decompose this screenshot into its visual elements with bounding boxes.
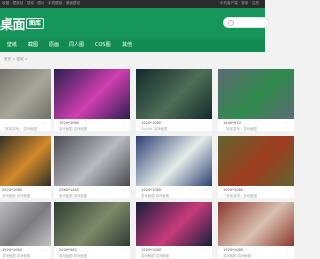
card-meta: 游戏截图 游戏截图 (141, 194, 170, 198)
resolution-label: 2000*562 (59, 248, 77, 252)
card-meta: Sunset 游戏截图 (141, 127, 168, 131)
search-input[interactable] (223, 17, 269, 28)
card-meta: 游戏截图 游戏截图 (59, 127, 88, 131)
wallpaper-thumbnail[interactable] (136, 69, 212, 119)
wallpaper-thumbnail[interactable] (0, 202, 51, 246)
search-icon[interactable] (228, 20, 234, 26)
breadcrumb: 首页 > 壁纸 > (4, 57, 28, 61)
wallpaper-thumbnail[interactable] (136, 136, 212, 186)
favorite-icon[interactable]: ♡ (285, 121, 289, 126)
favorite-icon[interactable]: ♡ (42, 121, 46, 126)
card-meta: 游戏截图 游戏截图 (223, 254, 252, 258)
card-meta: 「某某游戏」游戏截图 (223, 127, 257, 131)
nav-item-fanart[interactable]: 同人图 (69, 41, 84, 48)
resolution-label: 1920*1080 (2, 188, 23, 192)
wallpaper-card[interactable]: 1920*1080 游戏截图 游戏截图 ♡ (0, 202, 51, 259)
favorite-icon[interactable]: ♡ (203, 248, 207, 253)
card-meta: 游戏截图 游戏截图 (59, 194, 88, 198)
wallpaper-thumbnail[interactable] (54, 69, 130, 119)
card-meta: 游戏截图 游戏截图 (141, 254, 170, 258)
resolution-label: 1440*810 (223, 121, 241, 125)
nav-item-cosplay[interactable]: COS图 (95, 41, 111, 48)
wallpaper-thumbnail[interactable] (54, 136, 130, 186)
wallpaper-thumbnail[interactable] (0, 69, 51, 119)
card-meta: 游戏截图 游戏截图 (2, 194, 31, 198)
favorite-icon[interactable]: ♡ (203, 188, 207, 193)
resolution-label: 2560*1440 (59, 188, 80, 192)
top-links-left[interactable]: 收藏 · 壁纸站 · 搜索 · 图片 · 手机壁纸 · 桌面壁纸 (2, 1, 80, 6)
wallpaper-card[interactable]: 1920*1080 游戏截图 游戏截图 ♡ (136, 202, 212, 259)
wallpaper-card[interactable]: 「某某游戏」 游戏截图 ♡ (0, 69, 51, 131)
card-meta: 游戏截图 游戏截图 (2, 254, 31, 258)
logo-text: 桌面 (0, 17, 26, 33)
wallpaper-card[interactable]: 1920*1080 Sunset 游戏截图 ♡ (136, 69, 212, 131)
favorite-icon[interactable]: ♡ (121, 121, 125, 126)
card-meta: 游戏截图 游戏截图 (59, 254, 88, 258)
wallpaper-card[interactable]: 1920*1080 游戏截图 游戏截图 ♡ (0, 136, 51, 198)
site-logo[interactable]: 桌面 图库 (0, 15, 45, 33)
nav-item-artwork[interactable]: 原画 (49, 41, 59, 48)
favorite-icon[interactable]: ♡ (121, 248, 125, 253)
favorite-icon[interactable]: ♡ (121, 188, 125, 193)
wallpaper-thumbnail[interactable] (218, 69, 294, 119)
favorite-icon[interactable]: ♡ (42, 188, 46, 193)
favorite-icon[interactable]: ♡ (285, 248, 289, 253)
wallpaper-card[interactable]: 1920*1080 游戏截图 游戏截图 ♡ (136, 136, 212, 198)
wallpaper-thumbnail[interactable] (218, 202, 294, 246)
site-header: 桌面 图库 (0, 8, 269, 38)
resolution-label: 1920*1080 (141, 121, 162, 125)
top-links-right[interactable]: 手机客户端 · 登录 · 注册 (220, 1, 259, 6)
resolution-label: 1920*1080 (223, 188, 244, 192)
logo-badge: 图库 (26, 17, 45, 29)
wallpaper-thumbnail[interactable] (136, 202, 212, 246)
wallpaper-thumbnail[interactable] (218, 136, 294, 186)
wallpaper-card[interactable]: 1440*810 「某某游戏」游戏截图 ♡ (218, 69, 294, 131)
resolution-label: 1920*1080 (141, 188, 162, 192)
favorite-icon[interactable]: ♡ (42, 248, 46, 253)
wallpaper-card[interactable]: 1920*1080 游戏截图 游戏截图 ♡ (218, 202, 294, 259)
wallpaper-card[interactable]: 1920*1080 游戏截图 游戏截图 ♡ (54, 69, 130, 131)
main-nav: 壁纸 截图 原画 同人图 COS图 其他 (0, 38, 265, 52)
resolution-label: 1920*1080 (223, 248, 244, 252)
favorite-icon[interactable]: ♡ (203, 121, 207, 126)
resolution-label: 1920*1080 (2, 248, 23, 252)
wallpaper-card[interactable]: 2560*1440 游戏截图 游戏截图 ♡ (54, 136, 130, 198)
wallpaper-card[interactable]: 1920*1080 「某某游戏」游戏截图 ♡ (218, 136, 294, 198)
wallpaper-thumbnail[interactable] (54, 202, 130, 246)
nav-item-screenshot[interactable]: 截图 (28, 41, 38, 48)
nav-item-wallpaper[interactable]: 壁纸 (7, 41, 17, 48)
card-meta: 「某某游戏」游戏截图 (223, 194, 257, 198)
top-utility-bar: 收藏 · 壁纸站 · 搜索 · 图片 · 手机壁纸 · 桌面壁纸 手机客户端 ·… (0, 0, 265, 8)
card-meta: 「某某游戏」 游戏截图 (2, 127, 37, 131)
wallpaper-card[interactable]: 2000*562 游戏截图 游戏截图 ♡ (54, 202, 130, 259)
resolution-label: 1920*1080 (59, 121, 80, 125)
nav-item-other[interactable]: 其他 (122, 41, 132, 48)
wallpaper-thumbnail[interactable] (0, 136, 51, 186)
resolution-label: 1920*1080 (141, 248, 162, 252)
favorite-icon[interactable]: ♡ (285, 188, 289, 193)
